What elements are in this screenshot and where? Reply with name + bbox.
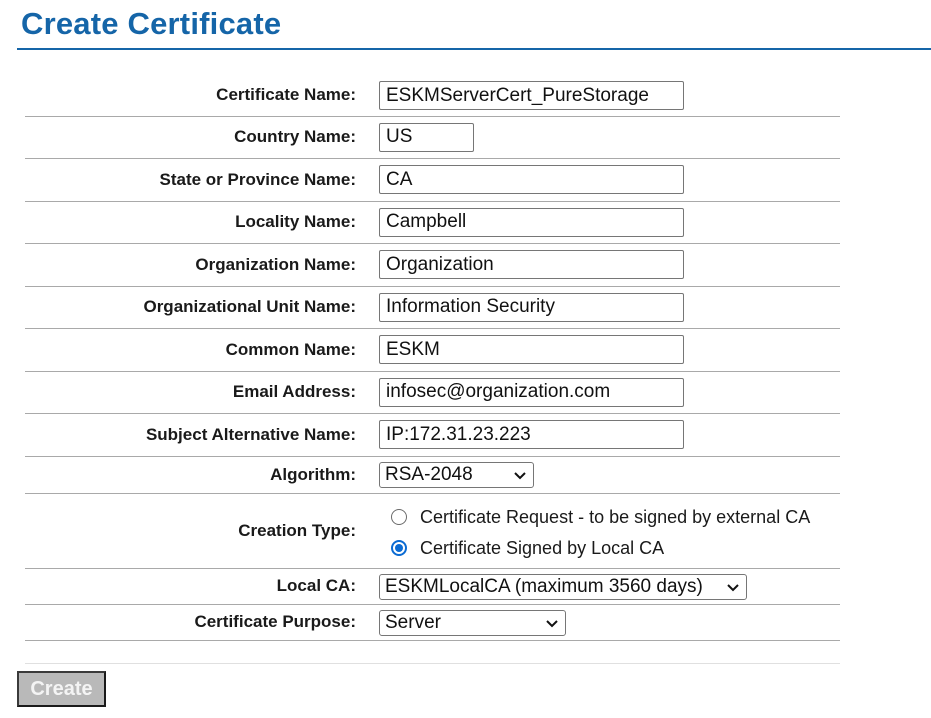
organization-name-label: Organization Name: bbox=[195, 254, 356, 274]
form-row-country-name: Country Name: bbox=[25, 117, 840, 159]
creation-type-label: Creation Type: bbox=[238, 520, 356, 540]
certificate-purpose-select[interactable]: Server bbox=[379, 609, 566, 636]
form-row-certificate-purpose: Certificate Purpose: Server bbox=[25, 605, 840, 641]
email-address-label: Email Address: bbox=[232, 382, 356, 402]
org-unit-name-input[interactable] bbox=[379, 292, 684, 322]
form-row-locality-name: Locality Name: bbox=[25, 202, 840, 244]
form-row-email-address: Email Address: bbox=[25, 372, 840, 414]
algorithm-label: Algorithm: bbox=[270, 464, 356, 484]
organization-name-input[interactable] bbox=[379, 250, 684, 279]
locality-name-label: Locality Name: bbox=[235, 212, 356, 232]
radio-button-checked[interactable] bbox=[391, 540, 407, 556]
locality-name-input[interactable] bbox=[379, 207, 684, 237]
state-name-input[interactable] bbox=[379, 165, 684, 194]
form-row-state-name: State or Province Name: bbox=[25, 159, 840, 202]
title-divider bbox=[17, 48, 931, 50]
radio-button-unchecked[interactable] bbox=[391, 509, 407, 525]
form-row-local-ca: Local CA: ESKMLocalCA (maximum 3560 days… bbox=[25, 569, 840, 605]
subject-alt-name-input[interactable] bbox=[379, 420, 684, 449]
chevron-down-icon bbox=[514, 471, 526, 479]
common-name-input[interactable] bbox=[379, 335, 684, 364]
form-row-org-unit-name: Organizational Unit Name: bbox=[25, 287, 840, 329]
creation-type-option-local-ca[interactable]: Certificate Signed by Local CA bbox=[391, 538, 664, 559]
form-row-algorithm: Algorithm: RSA-2048 bbox=[25, 457, 840, 494]
creation-type-option-external[interactable]: Certificate Request - to be signed by ex… bbox=[391, 507, 810, 528]
form-row-creation-type: Creation Type: Certificate Request - to … bbox=[25, 494, 840, 569]
certificate-name-input[interactable] bbox=[379, 81, 684, 110]
chevron-down-icon bbox=[727, 583, 739, 591]
common-name-label: Common Name: bbox=[225, 339, 356, 359]
org-unit-name-label: Organizational Unit Name: bbox=[143, 297, 356, 317]
state-name-label: State or Province Name: bbox=[159, 169, 356, 189]
form-row-common-name: Common Name: bbox=[25, 329, 840, 372]
email-address-input[interactable] bbox=[379, 377, 684, 407]
chevron-down-icon bbox=[546, 619, 558, 627]
create-certificate-form: Certificate Name: Country Name: State or… bbox=[25, 74, 840, 641]
local-ca-label: Local CA: bbox=[276, 576, 356, 595]
country-name-label: Country Name: bbox=[234, 127, 356, 147]
local-ca-selected-value: ESKMLocalCA (maximum 3560 days) bbox=[385, 575, 703, 597]
algorithm-select[interactable]: RSA-2048 bbox=[379, 461, 534, 488]
certificate-name-label: Certificate Name: bbox=[216, 84, 356, 104]
form-row-certificate-name: Certificate Name: bbox=[25, 74, 840, 117]
subject-alt-name-label: Subject Alternative Name: bbox=[145, 424, 356, 444]
local-ca-select[interactable]: ESKMLocalCA (maximum 3560 days) bbox=[379, 573, 747, 600]
creation-type-option-external-label: Certificate Request - to be signed by ex… bbox=[420, 506, 811, 527]
algorithm-selected-value: RSA-2048 bbox=[385, 463, 473, 485]
create-button[interactable]: Create bbox=[17, 671, 106, 707]
form-footer-divider bbox=[25, 663, 840, 664]
certificate-purpose-label: Certificate Purpose: bbox=[194, 612, 356, 631]
form-row-organization-name: Organization Name: bbox=[25, 244, 840, 287]
country-name-input[interactable] bbox=[379, 122, 474, 152]
form-row-subject-alt-name: Subject Alternative Name: bbox=[25, 414, 840, 457]
page-title: Create Certificate bbox=[21, 6, 282, 41]
certificate-purpose-selected-value: Server bbox=[385, 611, 441, 633]
creation-type-option-local-ca-label: Certificate Signed by Local CA bbox=[420, 537, 665, 558]
